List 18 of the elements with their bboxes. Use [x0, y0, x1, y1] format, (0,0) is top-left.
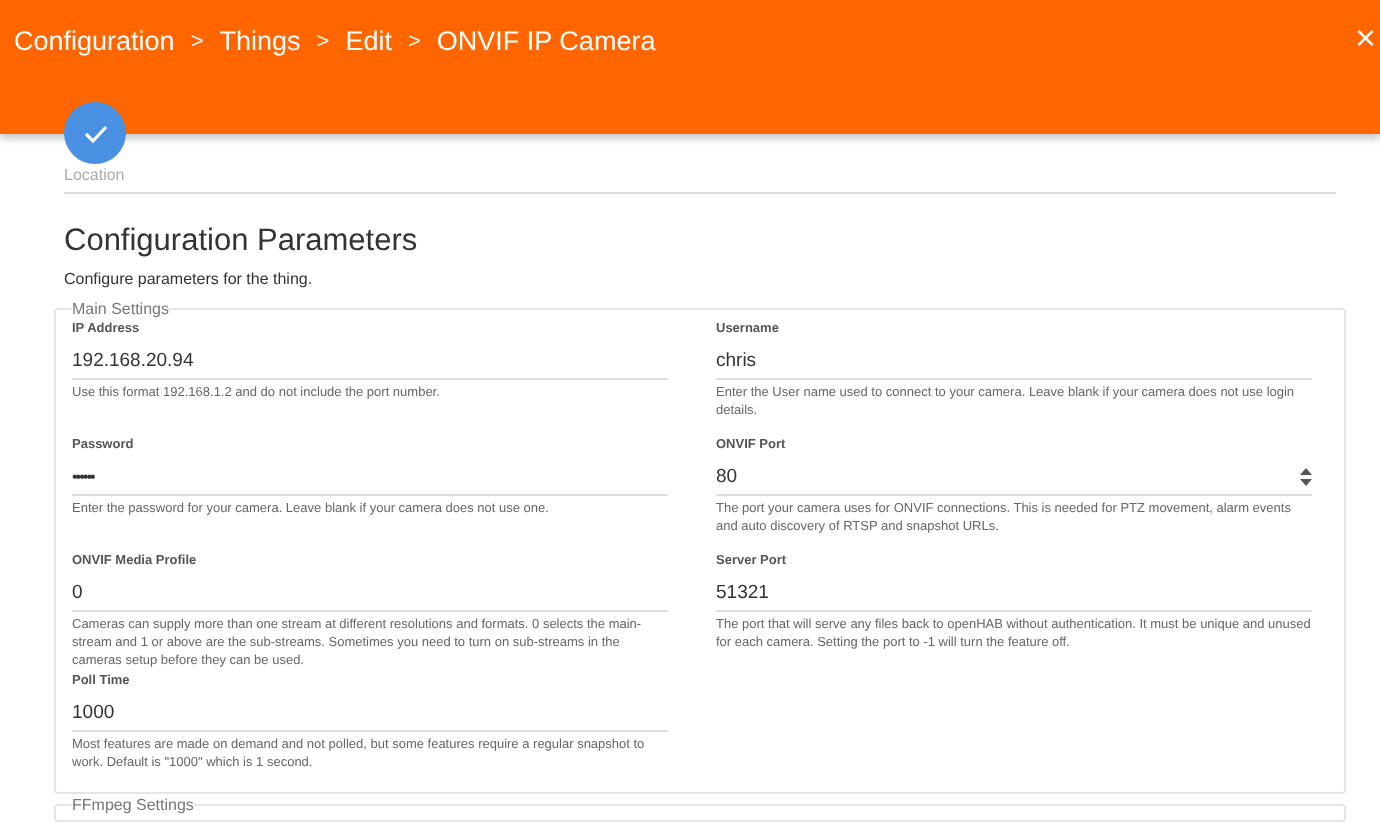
breadcrumb-separator: >: [316, 28, 330, 56]
input-field[interactable]: 51321: [716, 576, 1312, 612]
step-label: Location: [64, 166, 127, 184]
section-title: Configuration Parameters: [64, 224, 420, 260]
input-field[interactable]: 1000: [72, 696, 668, 733]
input-field[interactable]: 80: [716, 460, 1312, 496]
spinner-icon[interactable]: [1300, 468, 1312, 486]
input-field[interactable]: 192.168.20.94: [72, 344, 668, 380]
group-legend: Main Settings: [72, 300, 169, 318]
checkmark-icon: [83, 123, 107, 143]
breadcrumb-separator: >: [190, 28, 204, 56]
breadcrumb-separator: >: [407, 28, 421, 56]
group-legend: FFmpeg Settings: [72, 796, 194, 815]
section-subtitle: Configure parameters for the thing.: [64, 270, 315, 288]
input-field[interactable]: chris: [716, 344, 1312, 380]
breadcrumb-item: ONVIF IP Camera: [436, 26, 656, 56]
input-field[interactable]: 0: [72, 576, 668, 612]
input-field[interactable]: ••••••: [72, 460, 668, 496]
